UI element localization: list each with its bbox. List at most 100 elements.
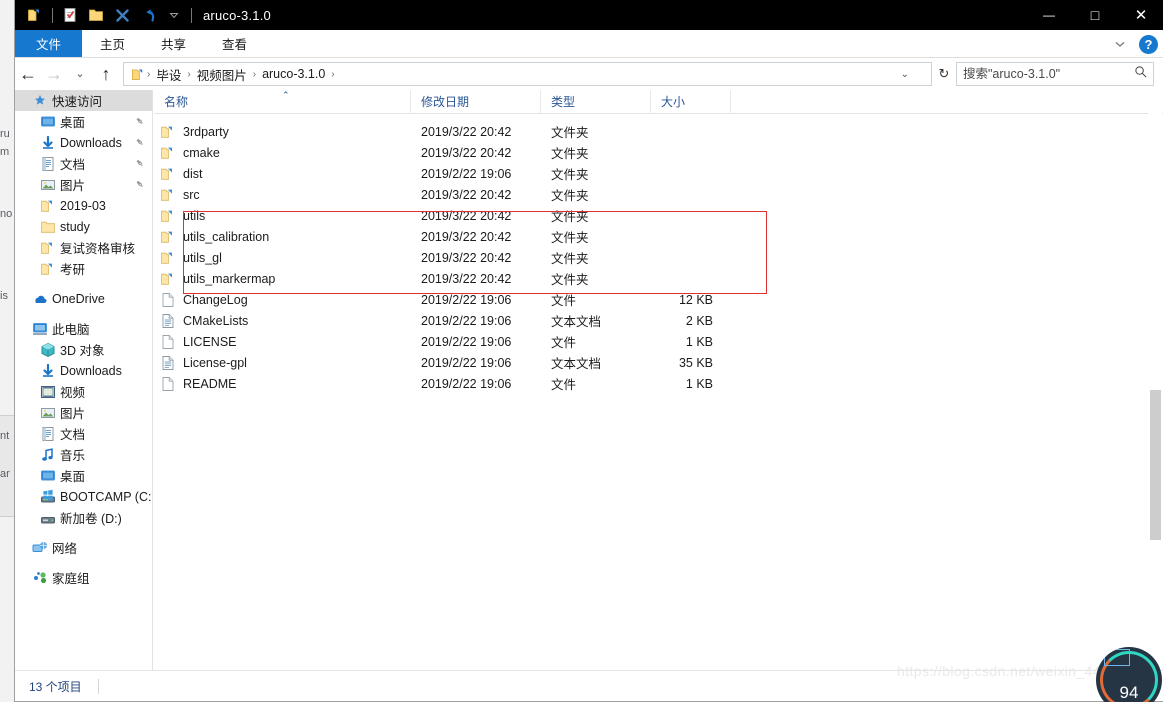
sidebar-item-3[interactable]: 文档 ✒ <box>15 153 152 174</box>
sidebar-item-15[interactable]: 文档 <box>15 423 152 444</box>
breadcrumb[interactable]: › 毕设 › 视频图片 › aruco-3.1.0 › ⌄ <box>123 62 932 86</box>
sidebar-item-13[interactable]: 视频 <box>15 381 152 402</box>
help-button[interactable]: ? <box>1139 34 1158 54</box>
table-row[interactable]: README 2019/2/22 19:06 文件 1 KB <box>154 373 1163 394</box>
sidebar-item-14[interactable]: 图片 <box>15 402 152 423</box>
bg-text-fragment: is <box>0 290 8 302</box>
table-row[interactable]: utils_markermap 2019/3/22 20:42 文件夹 <box>154 268 1163 289</box>
navigation-pane[interactable]: 快速访问 桌面 ✒ Downloads ✒ 文档 ✒ 图片 ✒ 2019-03 study 复试资格审… <box>15 90 153 670</box>
status-separator <box>97 678 99 694</box>
forward-button[interactable]: → <box>41 61 67 87</box>
cell-name: LICENSE <box>154 331 411 352</box>
column-header-type[interactable]: 类型 <box>541 89 651 114</box>
tab-home[interactable]: 主页 <box>82 30 143 57</box>
cell-type: 文件 <box>551 294 577 308</box>
toolbar-separator <box>191 7 192 23</box>
file-name-label: CMakeLists <box>183 313 249 328</box>
sidebar-item-2[interactable]: Downloads ✒ <box>15 132 152 153</box>
recent-locations-button[interactable]: ⌄ <box>67 61 93 87</box>
this-pc-icon <box>31 320 48 337</box>
pin-icon[interactable]: ✒ <box>132 156 148 171</box>
breadcrumb-item-1[interactable]: 视频图片 <box>192 65 252 84</box>
maximize-button[interactable]: □ <box>1072 0 1118 30</box>
table-row[interactable]: License-gpl 2019/2/22 19:06 文本文档 35 KB <box>154 352 1163 373</box>
sidebar-item-7[interactable]: 复试资格审核 <box>15 237 152 258</box>
folder-icon <box>159 249 176 266</box>
table-row[interactable]: utils_gl 2019/3/22 20:42 文件夹 <box>154 247 1163 268</box>
cell-type: 文本文档 <box>551 357 602 371</box>
file-name-label: ChangeLog <box>183 292 248 307</box>
cell-size <box>651 205 731 226</box>
folder-icon <box>159 186 176 203</box>
chevron-down-icon: ⌄ <box>75 67 85 80</box>
customize-qat-chevron-icon[interactable] <box>162 3 186 27</box>
scrollbar-thumb[interactable] <box>1150 390 1161 540</box>
close-button[interactable]: ✕ <box>1118 0 1163 30</box>
folder-properties-icon[interactable] <box>23 3 47 27</box>
search-input[interactable] <box>963 67 1134 81</box>
pictures-icon <box>39 176 56 193</box>
tab-file[interactable]: 文件 <box>15 30 83 57</box>
search-box[interactable] <box>956 62 1154 86</box>
refresh-button[interactable]: ↻ <box>932 62 956 86</box>
address-dropdown-caret-icon[interactable]: ⌄ <box>901 69 909 80</box>
properties-checklist-icon[interactable] <box>58 3 82 27</box>
pin-icon[interactable]: ✒ <box>132 135 148 150</box>
table-row[interactable]: cmake 2019/3/22 20:42 文件夹 <box>154 142 1163 163</box>
sidebar-item-20[interactable]: 网络 <box>15 537 152 558</box>
table-row[interactable]: dist 2019/2/22 19:06 文件夹 <box>154 163 1163 184</box>
table-row[interactable]: ChangeLog 2019/2/22 19:06 文件 12 KB <box>154 289 1163 310</box>
file-icon <box>159 291 176 308</box>
tab-share[interactable]: 共享 <box>143 30 204 57</box>
sidebar-item-label: 网络 <box>52 542 78 556</box>
sidebar-item-8[interactable]: 考研 <box>15 258 152 279</box>
download-icon <box>39 362 56 379</box>
sidebar-item-label: study <box>60 219 90 234</box>
sidebar-item-1[interactable]: 桌面 ✒ <box>15 111 152 132</box>
sidebar-item-6[interactable]: study <box>15 216 152 237</box>
vertical-scrollbar[interactable] <box>1148 90 1162 670</box>
tab-view[interactable]: 查看 <box>204 30 265 57</box>
music-icon <box>39 446 56 463</box>
table-row[interactable]: CMakeLists 2019/2/22 19:06 文本文档 2 KB <box>154 310 1163 331</box>
pin-icon[interactable]: ✒ <box>132 177 148 192</box>
sidebar-item-19[interactable]: 新加卷 (D:) <box>15 507 152 528</box>
file-name-label: README <box>183 376 237 391</box>
breadcrumb-item-2[interactable]: aruco-3.1.0 <box>257 67 330 81</box>
column-header-size[interactable]: 大小 <box>651 89 731 114</box>
sidebar-item-11[interactable]: 3D 对象 <box>15 339 152 360</box>
breadcrumb-item-0[interactable]: 毕设 <box>151 65 186 84</box>
sidebar-item-5[interactable]: 2019-03 <box>15 195 152 216</box>
sidebar-item-18[interactable]: BOOTCAMP (C: <box>15 486 152 507</box>
sidebar-item-4[interactable]: 图片 ✒ <box>15 174 152 195</box>
column-header-date[interactable]: 修改日期 <box>411 89 541 114</box>
table-row[interactable]: utils_calibration 2019/3/22 20:42 文件夹 <box>154 226 1163 247</box>
search-icon[interactable] <box>1134 65 1147 83</box>
minimize-button[interactable]: — <box>1026 0 1072 30</box>
cell-size <box>651 247 731 268</box>
table-row[interactable]: src 2019/3/22 20:42 文件夹 <box>154 184 1163 205</box>
sidebar-item-10[interactable]: 此电脑 <box>15 318 152 339</box>
column-header-name[interactable]: 名称 ⌃ <box>154 89 411 114</box>
undo-icon[interactable] <box>136 3 160 27</box>
expand-ribbon-chevron-icon[interactable] <box>1111 35 1129 53</box>
table-row[interactable]: utils 2019/3/22 20:42 文件夹 <box>154 205 1163 226</box>
cell-type: 文件夹 <box>551 126 589 140</box>
quick-access-toolbar <box>15 3 195 27</box>
up-button[interactable]: ↑ <box>93 61 119 87</box>
sidebar-item-12[interactable]: Downloads <box>15 360 152 381</box>
table-row[interactable]: 3rdparty 2019/3/22 20:42 文件夹 <box>154 121 1163 142</box>
sidebar-item-17[interactable]: 桌面 <box>15 465 152 486</box>
table-row[interactable]: LICENSE 2019/2/22 19:06 文件 1 KB <box>154 331 1163 352</box>
cell-date: 2019/2/22 19:06 <box>421 166 512 181</box>
new-folder-icon[interactable] <box>84 3 108 27</box>
file-name-label: LICENSE <box>183 334 237 349</box>
pin-icon[interactable]: ✒ <box>132 114 148 129</box>
sidebar-item-16[interactable]: 音乐 <box>15 444 152 465</box>
sidebar-item-9[interactable]: OneDrive <box>15 288 152 309</box>
back-button[interactable]: ← <box>15 61 41 87</box>
delete-icon[interactable] <box>110 3 134 27</box>
sidebar-item-21[interactable]: 家庭组 <box>15 567 152 588</box>
sidebar-item-0[interactable]: 快速访问 <box>15 90 152 111</box>
cell-size <box>651 184 731 205</box>
